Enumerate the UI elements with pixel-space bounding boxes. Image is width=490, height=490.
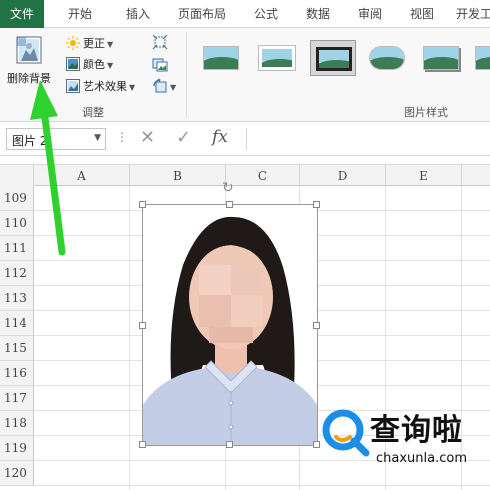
- watermark-url: chaxunla.com: [376, 451, 467, 466]
- row-header-112[interactable]: 112: [0, 261, 34, 286]
- column-header-bar: A B C D E: [0, 164, 490, 187]
- tab-developer[interactable]: 开发工: [452, 0, 490, 28]
- name-box[interactable]: 图片 2 ▼: [6, 128, 106, 150]
- cancel-icon[interactable]: ✕: [140, 127, 155, 148]
- change-picture-icon[interactable]: [152, 56, 168, 72]
- artistic-effects-icon: [66, 79, 80, 93]
- picture-style-reflection[interactable]: [470, 40, 490, 76]
- remove-background-button[interactable]: 删除背景: [4, 32, 54, 96]
- excel-window: 文件 开始 插入 页面布局 公式 数据 审阅 视图 开发工 删除背景 更正 ▼ …: [0, 0, 490, 490]
- tab-page-layout[interactable]: 页面布局: [170, 0, 234, 28]
- name-box-value: 图片 2: [12, 134, 48, 148]
- row-header-115[interactable]: 115: [0, 336, 34, 361]
- picture-style-simple-frame[interactable]: [198, 40, 244, 76]
- resize-handle[interactable]: [226, 201, 233, 208]
- column-header-c[interactable]: C: [226, 165, 300, 187]
- row-header-111[interactable]: 111: [0, 236, 34, 261]
- tab-file[interactable]: 文件: [0, 0, 44, 28]
- row-header-109[interactable]: 109: [0, 186, 34, 211]
- row-header-110[interactable]: 110: [0, 211, 34, 236]
- group-separator: [186, 32, 187, 118]
- enter-icon[interactable]: ✓: [176, 127, 191, 148]
- more-options-icon[interactable]: ⋮: [116, 130, 128, 144]
- column-header-e[interactable]: E: [386, 165, 462, 187]
- tab-view[interactable]: 视图: [400, 0, 444, 28]
- picture-style-white-frame[interactable]: [254, 40, 300, 76]
- resize-handle[interactable]: [139, 322, 146, 329]
- rotate-handle-icon[interactable]: ↻: [222, 180, 234, 196]
- reset-picture-icon[interactable]: [152, 78, 168, 94]
- search-magnifier-logo-icon: [322, 409, 370, 457]
- gridline: [129, 186, 130, 490]
- reset-picture-dropdown[interactable]: ▼: [170, 78, 176, 98]
- tab-formulas[interactable]: 公式: [244, 0, 288, 28]
- id-photo-picture[interactable]: [139, 201, 320, 448]
- tab-data[interactable]: 数据: [296, 0, 340, 28]
- row-header-113[interactable]: 113: [0, 286, 34, 311]
- row-header-119[interactable]: 119: [0, 436, 34, 461]
- gridline: [34, 485, 490, 486]
- remove-background-icon: [16, 36, 42, 64]
- picture-style-oval[interactable]: [364, 40, 410, 76]
- insert-function-button[interactable]: fx: [212, 127, 228, 147]
- row-header-116[interactable]: 116: [0, 361, 34, 386]
- adjust-group-label: 调整: [82, 106, 104, 119]
- row-header-117[interactable]: 117: [0, 386, 34, 411]
- row-header-118[interactable]: 118: [0, 411, 34, 436]
- portrait-image: [143, 205, 317, 445]
- resize-handle[interactable]: [139, 441, 146, 448]
- chevron-down-icon[interactable]: ▼: [94, 133, 101, 143]
- remove-background-label: 删除背景: [7, 72, 51, 85]
- color-icon: [66, 57, 80, 71]
- artistic-effects-label: 艺术效果: [83, 80, 127, 93]
- ribbon-tab-bar: 文件 开始 插入 页面布局 公式 数据 审阅 视图 开发工: [0, 0, 490, 28]
- resize-handle[interactable]: [139, 201, 146, 208]
- column-header-a[interactable]: A: [34, 165, 130, 187]
- row-header-120[interactable]: 120: [0, 461, 34, 486]
- column-header-b[interactable]: B: [130, 165, 226, 187]
- tab-home[interactable]: 开始: [58, 0, 102, 28]
- formula-input[interactable]: [246, 128, 490, 150]
- color-button[interactable]: 颜色 ▼: [66, 55, 113, 75]
- ribbon-panel: 删除背景 更正 ▼ 颜色 ▼ 艺术效果 ▼ ▼ 调整 图片样式: [0, 28, 490, 122]
- sun-icon: [66, 36, 80, 50]
- chaxunla-watermark: 查询啦 chaxunla.com: [318, 405, 490, 475]
- formula-bar: 图片 2 ▼ ⋮ ✕ ✓ fx: [0, 122, 490, 156]
- artistic-effects-button[interactable]: 艺术效果 ▼: [66, 77, 135, 97]
- column-header-d[interactable]: D: [300, 165, 386, 187]
- resize-handle[interactable]: [226, 441, 233, 448]
- picture-style-gray-frame[interactable]: [310, 40, 356, 76]
- row-header-114[interactable]: 114: [0, 311, 34, 336]
- tab-review[interactable]: 审阅: [348, 0, 392, 28]
- correct-button[interactable]: 更正 ▼: [66, 34, 113, 54]
- compress-pictures-icon[interactable]: [152, 34, 168, 50]
- resize-handle[interactable]: [313, 322, 320, 329]
- picture-style-shadow[interactable]: [418, 40, 464, 76]
- watermark-title: 查询啦: [370, 413, 463, 448]
- tab-insert[interactable]: 插入: [116, 0, 160, 28]
- correct-label: 更正: [83, 37, 105, 50]
- resize-handle[interactable]: [313, 201, 320, 208]
- picture-styles-group-label: 图片样式: [404, 106, 448, 119]
- select-all-corner[interactable]: [0, 165, 34, 187]
- color-label: 颜色: [83, 58, 105, 71]
